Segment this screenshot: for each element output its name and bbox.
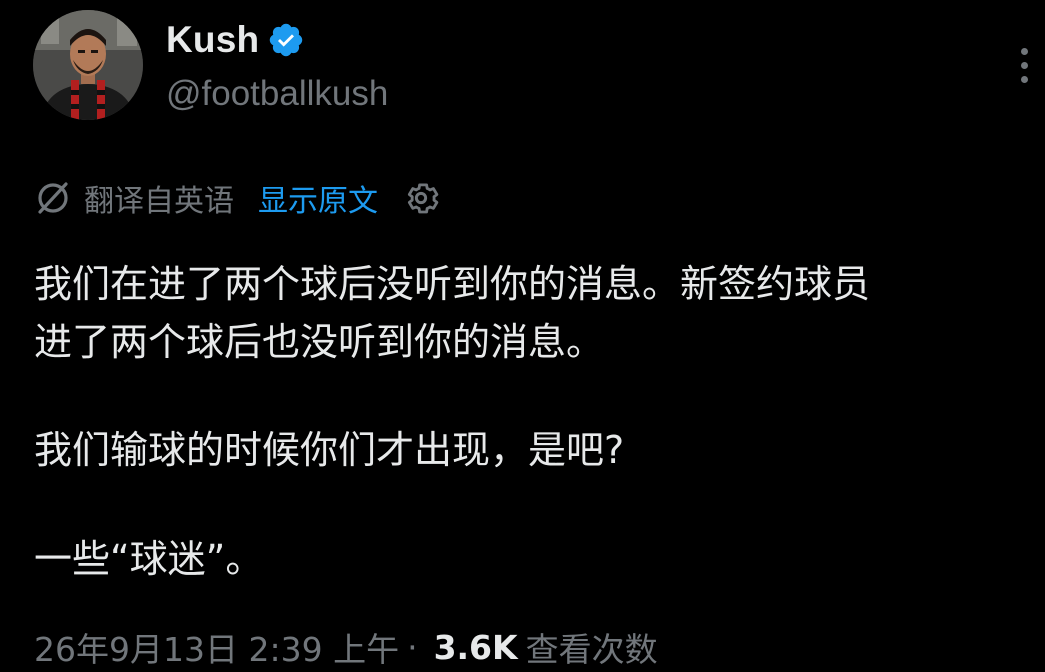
- translate-icon: [34, 179, 72, 217]
- author-name-row[interactable]: Kush: [166, 14, 305, 66]
- translation-bar: 翻译自英语 显示原文: [34, 174, 442, 222]
- show-original-link[interactable]: 显示原文: [258, 176, 378, 220]
- tweet-text-line-3: 我们输球的时候你们才出现，是吧?: [34, 428, 625, 472]
- views-label: 查看次数: [525, 630, 658, 669]
- tweet-text-line-1: 我们在进了两个球后没听到你的消息。新签约球员: [34, 262, 871, 306]
- meta-separator: ·: [407, 627, 418, 667]
- tweet-text-line-2: 进了两个球后也没听到你的消息。: [34, 320, 605, 364]
- author-handle[interactable]: @footballkush: [166, 74, 388, 114]
- views-count: 3.6K: [433, 627, 518, 667]
- gear-icon[interactable]: [400, 177, 442, 219]
- more-options-icon[interactable]: [1010, 40, 1040, 90]
- tweet-text-line-4: 一些“球迷”。: [34, 537, 264, 581]
- translated-from-label: 翻译自英语: [84, 184, 234, 219]
- avatar[interactable]: [33, 10, 143, 120]
- tweet-meta: 26年9月13日 2:39 上午 · 3.6K 查看次数: [34, 622, 658, 672]
- verified-badge-icon[interactable]: [267, 21, 305, 59]
- author-display-name[interactable]: Kush: [166, 19, 259, 61]
- tweet-timestamp[interactable]: 26年9月13日 2:39 上午: [34, 623, 399, 671]
